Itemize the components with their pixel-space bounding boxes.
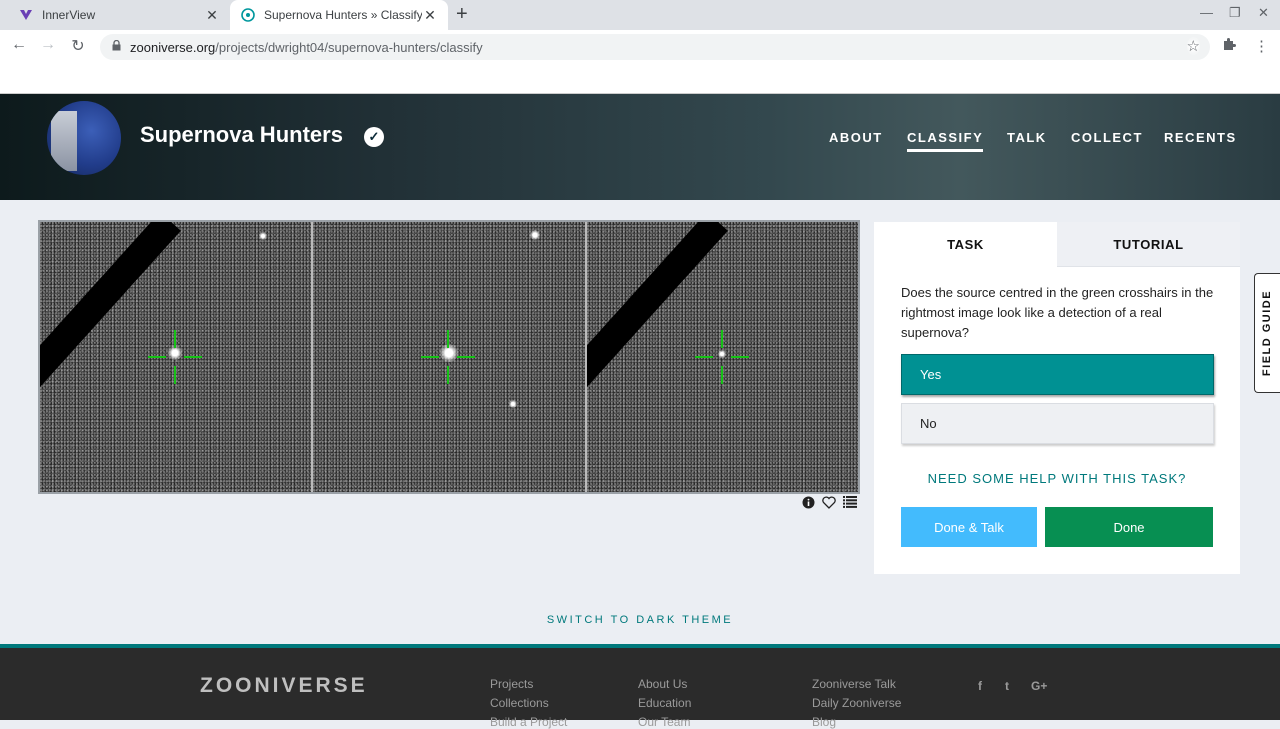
star (509, 400, 518, 408)
tab-close-icon[interactable]: ✕ (422, 7, 438, 24)
browser-toolbar: ← → ↻ zooniverse.org/projects/dwright04/… (0, 30, 1280, 64)
tab-title: Supernova Hunters » Classify — Z (264, 8, 422, 22)
crosshair (421, 330, 476, 384)
tab-task[interactable]: TASK (874, 222, 1057, 267)
footer-link[interactable]: Projects (490, 677, 533, 691)
google-plus-icon[interactable]: G+ (1031, 679, 1047, 693)
crosshair (148, 330, 202, 384)
address-bar[interactable]: zooniverse.org/projects/dwright04/supern… (100, 34, 1210, 60)
browser-tab-bar: InnerView ✕ Supernova Hunters » Classify… (0, 0, 1280, 30)
url-host: zooniverse.org (130, 39, 216, 55)
done-and-talk-button[interactable]: Done & Talk (901, 507, 1037, 547)
new-tab-button[interactable]: + (456, 3, 468, 26)
detector-gap (586, 222, 728, 424)
footer-link[interactable]: Zooniverse Talk (812, 677, 896, 691)
project-header: Supernova Hunters ✓ ABOUT CLASSIFY TALK … (0, 94, 1280, 200)
field-guide-tab[interactable]: FIELD GUIDE (1254, 273, 1280, 393)
minimize-icon[interactable]: — (1200, 5, 1213, 20)
task-question: Does the source centred in the green cro… (901, 285, 1214, 340)
subject-frame-difference (586, 222, 858, 492)
tab-close-icon[interactable]: ✕ (204, 7, 220, 24)
zooniverse-logo[interactable]: ZOONIVERSE (200, 674, 368, 698)
crosshair (694, 330, 749, 384)
tab-tutorial[interactable]: TUTORIAL (1057, 222, 1240, 267)
footer-link[interactable]: Daily Zooniverse (812, 696, 901, 710)
nav-collect[interactable]: COLLECT (1071, 130, 1143, 145)
forward-icon[interactable]: → (38, 36, 58, 54)
answer-yes-button[interactable]: Yes (901, 354, 1214, 395)
nav-talk[interactable]: TALK (1007, 130, 1047, 145)
url-path: /projects/dwright04/supernova-hunters/cl… (215, 39, 483, 55)
project-title[interactable]: Supernova Hunters (140, 122, 343, 148)
project-avatar[interactable] (47, 101, 121, 175)
menu-kebab-icon[interactable]: ⋮ (1254, 37, 1269, 55)
twitter-icon[interactable]: t (1005, 679, 1009, 693)
footer-link[interactable]: Build a Project (490, 715, 567, 729)
info-icon[interactable] (802, 496, 815, 512)
subject-frame-reference (313, 222, 587, 492)
nav-recents[interactable]: RECENTS (1164, 130, 1237, 145)
footer-link[interactable]: About Us (638, 677, 687, 691)
star (259, 232, 267, 240)
task-panel: TASK TUTORIAL Does the source centred in… (874, 222, 1240, 574)
footer: ZOONIVERSE Projects Collections Build a … (0, 644, 1280, 729)
footer-link[interactable]: Blog (812, 715, 836, 729)
list-icon[interactable] (843, 496, 857, 511)
tab-innerview[interactable]: InnerView ✕ (8, 0, 230, 30)
facebook-icon[interactable]: f (978, 679, 982, 693)
innerview-favicon-icon (18, 7, 34, 23)
footer-link[interactable]: Collections (490, 696, 549, 710)
reload-icon[interactable]: ↻ (68, 36, 88, 56)
switch-dark-theme-link[interactable]: SWITCH TO DARK THEME (0, 614, 1280, 626)
field-guide-label: FIELD GUIDE (1261, 289, 1274, 377)
lock-icon (112, 39, 124, 54)
bookmark-star-icon[interactable]: ☆ (1186, 37, 1200, 55)
footer-link[interactable]: Our Team (638, 715, 690, 729)
subject-frame-template (40, 222, 314, 492)
nav-about[interactable]: ABOUT (829, 130, 883, 145)
answer-no-button[interactable]: No (901, 403, 1214, 444)
back-icon[interactable]: ← (9, 36, 29, 54)
task-help-link[interactable]: NEED SOME HELP WITH THIS TASK? (874, 471, 1240, 486)
page-top-strip (0, 64, 1280, 94)
extensions-icon[interactable] (1222, 37, 1236, 55)
done-button[interactable]: Done (1045, 507, 1213, 547)
verified-check-icon: ✓ (364, 127, 384, 147)
footer-link[interactable]: Education (638, 696, 691, 710)
subject-viewer[interactable] (38, 220, 860, 494)
nav-classify[interactable]: CLASSIFY (907, 130, 984, 152)
window-close-icon[interactable]: ✕ (1258, 5, 1269, 21)
detector-gap (40, 222, 181, 424)
restore-icon[interactable]: ❐ (1229, 5, 1241, 21)
heart-icon[interactable] (822, 496, 836, 512)
zooniverse-favicon-icon (240, 7, 256, 23)
tab-supernova-hunters[interactable]: Supernova Hunters » Classify — Z ✕ (230, 0, 448, 30)
star (530, 230, 541, 240)
tab-title: InnerView (42, 8, 96, 22)
